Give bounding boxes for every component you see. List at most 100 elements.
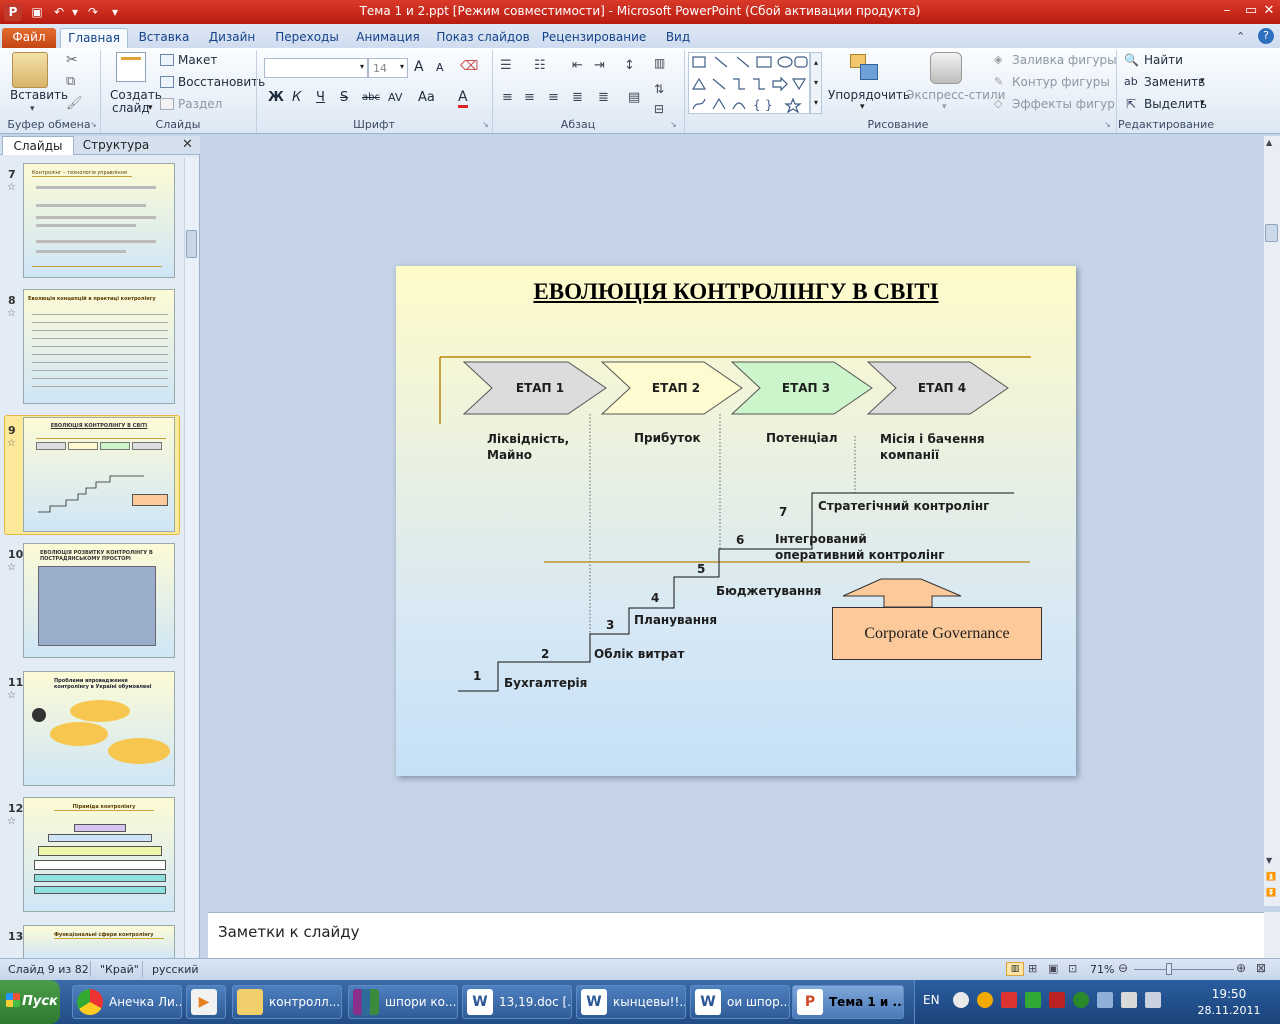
- format-painter-icon[interactable]: 🖌: [66, 96, 83, 111]
- scroll-down-icon[interactable]: ▼: [1266, 856, 1272, 865]
- slide-thumbnail-9[interactable]: ЕВОЛЮЦІЯ КОНТРОЛІНГУ В СВІТІ: [23, 417, 175, 532]
- find-button[interactable]: Найти: [1144, 53, 1183, 67]
- paste-icon[interactable]: [12, 52, 48, 88]
- theme-name[interactable]: "Край": [100, 963, 139, 976]
- find-icon[interactable]: 🔍: [1124, 53, 1139, 67]
- slideshow-icon[interactable]: ⊡: [1068, 962, 1077, 975]
- tray-icon[interactable]: [1073, 992, 1089, 1008]
- grow-font-icon[interactable]: A: [414, 59, 424, 75]
- close-button[interactable]: ✕: [1256, 2, 1280, 20]
- previous-slide-icon[interactable]: ⏫: [1266, 872, 1276, 881]
- layout-icon[interactable]: [160, 54, 174, 66]
- slide-thumbnail-11[interactable]: Проблеми впровадження контролінгу в Укра…: [23, 671, 175, 786]
- cut-icon[interactable]: ✂: [66, 52, 78, 68]
- language-indicator[interactable]: русский: [152, 963, 199, 976]
- justify-icon[interactable]: ≣: [572, 90, 583, 105]
- taskbar-item-powerpoint[interactable]: P Тема 1 и ...: [792, 985, 904, 1019]
- slide-sorter-icon[interactable]: ⊞: [1028, 962, 1037, 975]
- change-case-button[interactable]: Aa: [418, 90, 435, 105]
- tab-animation[interactable]: Анимация: [350, 28, 426, 48]
- italic-button[interactable]: К: [292, 90, 301, 105]
- language-indicator[interactable]: EN: [923, 993, 940, 1007]
- display-icon[interactable]: [1121, 992, 1137, 1008]
- tray-icon[interactable]: [953, 992, 969, 1008]
- replace-button[interactable]: Заменить: [1144, 75, 1205, 89]
- slides-scrollbar[interactable]: [184, 158, 198, 958]
- char-spacing-button[interactable]: AV: [388, 91, 402, 104]
- new-slide-label-1[interactable]: Создать: [110, 88, 162, 102]
- new-slide-dropdown-icon[interactable]: ▾: [148, 103, 153, 113]
- slide-canvas[interactable]: ЕВОЛЮЦІЯ КОНТРОЛІНГУ В СВІТІ ЕТАП 1 ЕТАП…: [396, 266, 1076, 776]
- close-pane-icon[interactable]: ✕: [182, 137, 193, 152]
- volume-icon[interactable]: [1145, 992, 1161, 1008]
- align-left-icon[interactable]: ≡: [502, 90, 513, 105]
- editor-scrollbar[interactable]: ▲ ▼ ⏫ ⏬: [1264, 136, 1280, 906]
- clear-formatting-icon[interactable]: ⌫: [460, 59, 478, 74]
- fit-to-window-icon[interactable]: ⊠: [1256, 961, 1266, 975]
- zoom-in-icon[interactable]: ⊕: [1236, 961, 1246, 975]
- tray-icon[interactable]: [1049, 992, 1065, 1008]
- tray-icon[interactable]: [1025, 992, 1041, 1008]
- font-color-button[interactable]: A: [458, 89, 468, 108]
- decrease-indent-icon[interactable]: ⇤: [572, 58, 583, 73]
- strikethrough-button[interactable]: S: [340, 90, 348, 105]
- next-slide-icon[interactable]: ⏬: [1266, 888, 1276, 897]
- tab-design[interactable]: Дизайн: [200, 28, 264, 48]
- tray-icon[interactable]: [1001, 992, 1017, 1008]
- help-icon[interactable]: ?: [1258, 28, 1274, 44]
- replace-dropdown-icon[interactable]: ▾: [1200, 76, 1205, 86]
- shapes-gallery-scroll[interactable]: ▴ ▾ ▾: [810, 52, 822, 114]
- font-size-field[interactable]: 14 ▾: [368, 58, 408, 78]
- new-slide-icon[interactable]: [116, 52, 146, 82]
- notes-scrollbar[interactable]: [1264, 912, 1280, 958]
- drawing-launcher-icon[interactable]: ↘: [1104, 120, 1111, 129]
- arrange-icon[interactable]: [848, 54, 882, 84]
- replace-icon[interactable]: ab: [1124, 75, 1138, 88]
- select-icon[interactable]: ⇱: [1126, 97, 1136, 111]
- shapes-gallery[interactable]: {}: [688, 52, 810, 114]
- copy-icon[interactable]: ⧉: [66, 74, 75, 89]
- taskbar-item-media[interactable]: ▶: [186, 985, 226, 1019]
- taskbar-item-folder[interactable]: контролл...: [232, 985, 342, 1019]
- align-right-icon[interactable]: ≡: [548, 90, 559, 105]
- reading-view-icon[interactable]: ▣: [1048, 962, 1058, 975]
- paste-button[interactable]: Вставить: [10, 88, 68, 102]
- tray-icon[interactable]: [977, 992, 993, 1008]
- select-dropdown-icon[interactable]: ▾: [1200, 98, 1205, 108]
- notes-pane[interactable]: Заметки к слайду: [208, 912, 1264, 958]
- columns-icon[interactable]: ▥: [654, 56, 665, 70]
- paragraph-launcher-icon[interactable]: ↘: [670, 120, 677, 129]
- slide-thumbnail-13[interactable]: Функціональні сфери контролінгу: [23, 925, 175, 960]
- text-direction-icon[interactable]: ⇅: [654, 82, 664, 96]
- bold-button[interactable]: Ж: [268, 90, 284, 105]
- scroll-up-icon[interactable]: ▲: [1266, 138, 1272, 147]
- tab-file[interactable]: Файл: [2, 28, 56, 48]
- zoom-level[interactable]: 71%: [1090, 963, 1114, 976]
- tab-home[interactable]: Главная: [60, 28, 128, 48]
- bullets-icon[interactable]: ☰: [500, 58, 512, 73]
- shadow-button[interactable]: abc: [362, 92, 380, 103]
- align-text-icon[interactable]: ⊟: [654, 102, 664, 116]
- arrange-button[interactable]: Упорядочить: [828, 88, 910, 102]
- normal-view-icon[interactable]: ▥: [1006, 962, 1024, 976]
- taskbar-item-word-2[interactable]: W кынцевы!!...: [576, 985, 686, 1019]
- reset-icon[interactable]: [160, 76, 174, 88]
- numbering-icon[interactable]: ☷: [534, 58, 546, 73]
- zoom-out-icon[interactable]: ⊖: [1118, 961, 1128, 975]
- slide-thumbnail-8[interactable]: Еволюція концепцій в практиці контролінг…: [23, 289, 175, 404]
- slides-scroll-thumb[interactable]: [186, 230, 197, 258]
- tab-insert[interactable]: Вставка: [132, 28, 196, 48]
- tab-view[interactable]: Вид: [656, 28, 700, 48]
- font-name-field[interactable]: ▾: [264, 58, 368, 78]
- editor-scroll-thumb[interactable]: [1265, 224, 1278, 242]
- select-button[interactable]: Выделить: [1144, 97, 1207, 111]
- tab-slideshow[interactable]: Показ слайдов: [432, 28, 534, 48]
- clock-date[interactable]: 28.11.2011: [1189, 1004, 1269, 1017]
- shrink-font-icon[interactable]: A: [436, 61, 444, 74]
- line-spacing-icon[interactable]: ↕: [624, 58, 635, 73]
- clock-time[interactable]: 19:50: [1189, 987, 1269, 1001]
- tab-transitions[interactable]: Переходы: [268, 28, 346, 48]
- taskbar-item-word-3[interactable]: W ои шпор...: [690, 985, 790, 1019]
- justify-distributed-icon[interactable]: ≣: [598, 90, 609, 105]
- corporate-governance-box[interactable]: Corporate Governance: [832, 607, 1042, 660]
